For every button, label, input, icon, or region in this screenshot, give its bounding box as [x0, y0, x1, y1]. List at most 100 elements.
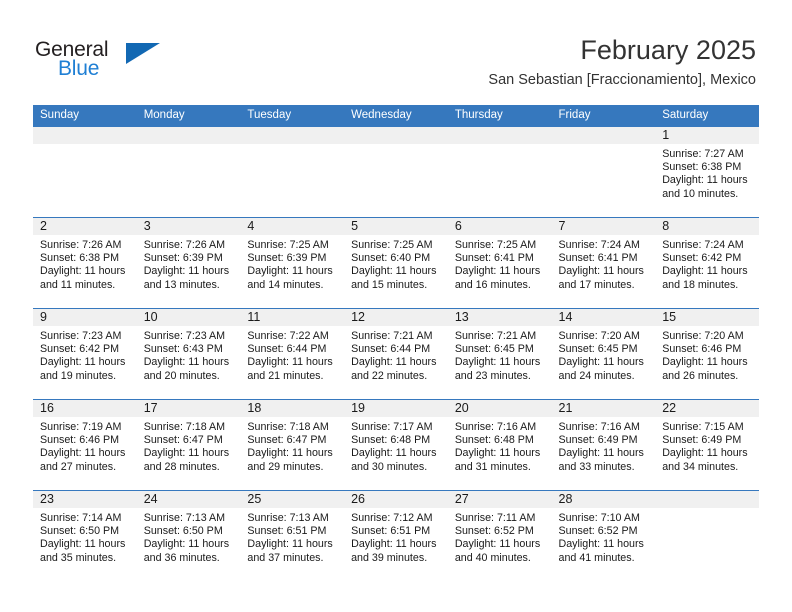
day-details: Sunrise: 7:25 AM Sunset: 6:39 PM Daylight:… — [240, 235, 344, 292]
day-number: 8 — [655, 218, 759, 235]
day-details: Sunrise: 7:11 AM Sunset: 6:52 PM Daylight:… — [448, 508, 552, 565]
day-detail-line: Sunset: 6:39 PM — [143, 252, 223, 265]
day-details: Sunrise: 7:13 AM Sunset: 6:50 PM Daylight:… — [137, 508, 241, 565]
day-detail-line: Sunrise: 7:23 AM — [40, 330, 122, 342]
calendar-day-cell[interactable]: 25 Sunrise: 7:13 AM Sunset: 6:51 PM Dayligh… — [240, 490, 345, 581]
calendar-day-cell[interactable]: 13 Sunrise: 7:21 AM Sunset: 6:45 PM Dayligh… — [447, 308, 552, 400]
day-detail-line: Daylight: 11 hours — [247, 538, 333, 551]
page-title: February 2025 — [580, 35, 756, 65]
general-blue-logo[interactable]: General Blue — [35, 38, 165, 86]
day-detail-line: Sunset: 6:48 PM — [454, 434, 534, 447]
calendar-day-cell[interactable]: 1 Sunrise: 7:27 AM Sunset: 6:38 PM Daylight… — [655, 126, 759, 218]
calendar-day-cell[interactable]: 9 Sunrise: 7:23 AM Sunset: 6:42 PM Daylight… — [33, 308, 137, 400]
calendar-empty-cell — [551, 126, 656, 218]
day-number: 24 — [136, 491, 241, 508]
calendar-page: General Blue February 2025 San Sebastian… — [0, 0, 792, 612]
calendar-day-cell[interactable]: 20 Sunrise: 7:16 AM Sunset: 6:48 PM Dayligh… — [447, 399, 552, 491]
day-number — [447, 127, 552, 144]
day-detail-line: Sunrise: 7:20 AM — [558, 330, 640, 342]
day-details: Sunrise: 7:26 AM Sunset: 6:38 PM Daylight:… — [33, 235, 137, 292]
day-details: Sunrise: 7:19 AM Sunset: 6:46 PM Daylight:… — [33, 417, 137, 474]
day-detail-line: Daylight: 11 hours — [40, 356, 126, 369]
day-number: 23 — [33, 491, 137, 508]
day-detail-line: and 19 minutes. — [40, 369, 117, 382]
weekday-header-friday: Friday — [551, 105, 656, 127]
day-detail-line: Daylight: 11 hours — [40, 265, 126, 278]
calendar-day-cell[interactable]: 17 Sunrise: 7:18 AM Sunset: 6:47 PM Dayligh… — [136, 399, 241, 491]
day-detail-line: Sunset: 6:44 PM — [351, 343, 431, 356]
day-detail-line: Sunrise: 7:16 AM — [454, 421, 537, 433]
day-number: 19 — [344, 400, 448, 417]
day-detail-line: Daylight: 11 hours — [247, 447, 333, 460]
calendar-body: 1 Sunrise: 7:27 AM Sunset: 6:38 PM Daylight… — [33, 126, 759, 581]
calendar-empty-cell — [240, 126, 345, 218]
calendar-day-cell[interactable]: 7 Sunrise: 7:24 AM Sunset: 6:41 PM Daylight… — [551, 217, 656, 309]
day-number: 27 — [447, 491, 552, 508]
day-detail-line: and 27 minutes. — [40, 460, 117, 473]
calendar-day-cell[interactable]: 28 Sunrise: 7:10 AM Sunset: 6:52 PM Dayligh… — [551, 490, 656, 581]
calendar-day-cell[interactable]: 12 Sunrise: 7:21 AM Sunset: 6:44 PM Dayligh… — [344, 308, 448, 400]
day-detail-line: Sunrise: 7:25 AM — [247, 239, 329, 251]
day-detail-line: Sunrise: 7:26 AM — [143, 239, 226, 251]
day-details: Sunrise: 7:20 AM Sunset: 6:45 PM Daylight:… — [552, 326, 656, 383]
day-detail-line: Sunset: 6:46 PM — [40, 434, 120, 447]
calendar-day-cell[interactable]: 19 Sunrise: 7:17 AM Sunset: 6:48 PM Dayligh… — [344, 399, 448, 491]
day-detail-line: Sunset: 6:50 PM — [40, 525, 120, 538]
day-detail-line: and 17 minutes. — [558, 278, 635, 291]
day-detail-line: and 29 minutes. — [247, 460, 324, 473]
day-detail-line: Daylight: 11 hours — [351, 447, 437, 460]
calendar-day-cell[interactable]: 11 Sunrise: 7:22 AM Sunset: 6:44 PM Dayligh… — [240, 308, 345, 400]
day-number — [344, 127, 448, 144]
day-details: Sunrise: 7:25 AM Sunset: 6:41 PM Daylight:… — [448, 235, 552, 292]
calendar-day-cell[interactable]: 4 Sunrise: 7:25 AM Sunset: 6:39 PM Daylight… — [240, 217, 345, 309]
day-number: 25 — [240, 491, 345, 508]
day-detail-line: and 24 minutes. — [558, 369, 635, 382]
calendar-day-cell[interactable]: 6 Sunrise: 7:25 AM Sunset: 6:41 PM Daylight… — [447, 217, 552, 309]
day-detail-line: Daylight: 11 hours — [247, 265, 333, 278]
day-details: Sunrise: 7:13 AM Sunset: 6:51 PM Daylight:… — [240, 508, 344, 565]
day-number: 17 — [136, 400, 241, 417]
day-detail-line: Sunrise: 7:24 AM — [558, 239, 640, 251]
day-detail-line: Sunrise: 7:17 AM — [351, 421, 433, 433]
calendar-day-cell[interactable]: 21 Sunrise: 7:16 AM Sunset: 6:49 PM Dayligh… — [551, 399, 656, 491]
calendar-day-cell[interactable]: 8 Sunrise: 7:24 AM Sunset: 6:42 PM Daylight… — [655, 217, 759, 309]
calendar-day-cell[interactable]: 3 Sunrise: 7:26 AM Sunset: 6:39 PM Daylight… — [136, 217, 241, 309]
day-detail-line: Sunrise: 7:16 AM — [558, 421, 640, 433]
day-number: 10 — [136, 309, 241, 326]
calendar-day-cell[interactable]: 5 Sunrise: 7:25 AM Sunset: 6:40 PM Daylight… — [344, 217, 448, 309]
day-details — [448, 144, 552, 148]
day-detail-line: and 35 minutes. — [40, 551, 117, 564]
calendar-day-cell[interactable]: 24 Sunrise: 7:13 AM Sunset: 6:50 PM Dayligh… — [136, 490, 241, 581]
calendar-day-cell[interactable]: 10 Sunrise: 7:23 AM Sunset: 6:43 PM Dayligh… — [136, 308, 241, 400]
day-detail-line: Sunset: 6:51 PM — [351, 525, 431, 538]
day-number: 15 — [655, 309, 759, 326]
day-detail-line: Sunset: 6:44 PM — [247, 343, 327, 356]
calendar-day-cell[interactable]: 26 Sunrise: 7:12 AM Sunset: 6:51 PM Dayligh… — [344, 490, 448, 581]
day-details: Sunrise: 7:21 AM Sunset: 6:44 PM Daylight:… — [344, 326, 448, 383]
calendar-day-cell[interactable]: 18 Sunrise: 7:18 AM Sunset: 6:47 PM Dayligh… — [240, 399, 345, 491]
day-number: 9 — [33, 309, 137, 326]
day-detail-line: and 28 minutes. — [143, 460, 220, 473]
calendar-day-cell[interactable]: 2 Sunrise: 7:26 AM Sunset: 6:38 PM Daylight… — [33, 217, 137, 309]
day-detail-line: Sunrise: 7:13 AM — [247, 512, 329, 524]
day-number — [33, 127, 137, 144]
calendar-day-cell[interactable]: 23 Sunrise: 7:14 AM Sunset: 6:50 PM Dayligh… — [33, 490, 137, 581]
calendar-day-cell[interactable]: 16 Sunrise: 7:19 AM Sunset: 6:46 PM Dayligh… — [33, 399, 137, 491]
day-detail-line: Sunrise: 7:24 AM — [662, 239, 744, 251]
day-number — [240, 127, 345, 144]
day-details: Sunrise: 7:16 AM Sunset: 6:49 PM Daylight:… — [552, 417, 656, 474]
day-number: 2 — [33, 218, 137, 235]
calendar-day-cell[interactable]: 22 Sunrise: 7:15 AM Sunset: 6:49 PM Dayligh… — [655, 399, 759, 491]
calendar-empty-cell — [33, 126, 137, 218]
day-detail-line: Daylight: 11 hours — [454, 356, 541, 369]
calendar-day-cell[interactable]: 27 Sunrise: 7:11 AM Sunset: 6:52 PM Dayligh… — [447, 490, 552, 581]
day-detail-line: Sunrise: 7:26 AM — [40, 239, 122, 251]
day-number: 12 — [344, 309, 448, 326]
calendar-day-cell[interactable]: 14 Sunrise: 7:20 AM Sunset: 6:45 PM Dayligh… — [551, 308, 656, 400]
day-details: Sunrise: 7:27 AM Sunset: 6:38 PM Daylight:… — [655, 144, 759, 201]
calendar-day-cell[interactable]: 15 Sunrise: 7:20 AM Sunset: 6:46 PM Dayligh… — [655, 308, 759, 400]
day-detail-line: Daylight: 11 hours — [454, 538, 541, 551]
day-detail-line: and 23 minutes. — [454, 369, 531, 382]
day-detail-line: and 30 minutes. — [351, 460, 428, 473]
day-detail-line: and 26 minutes. — [662, 369, 739, 382]
